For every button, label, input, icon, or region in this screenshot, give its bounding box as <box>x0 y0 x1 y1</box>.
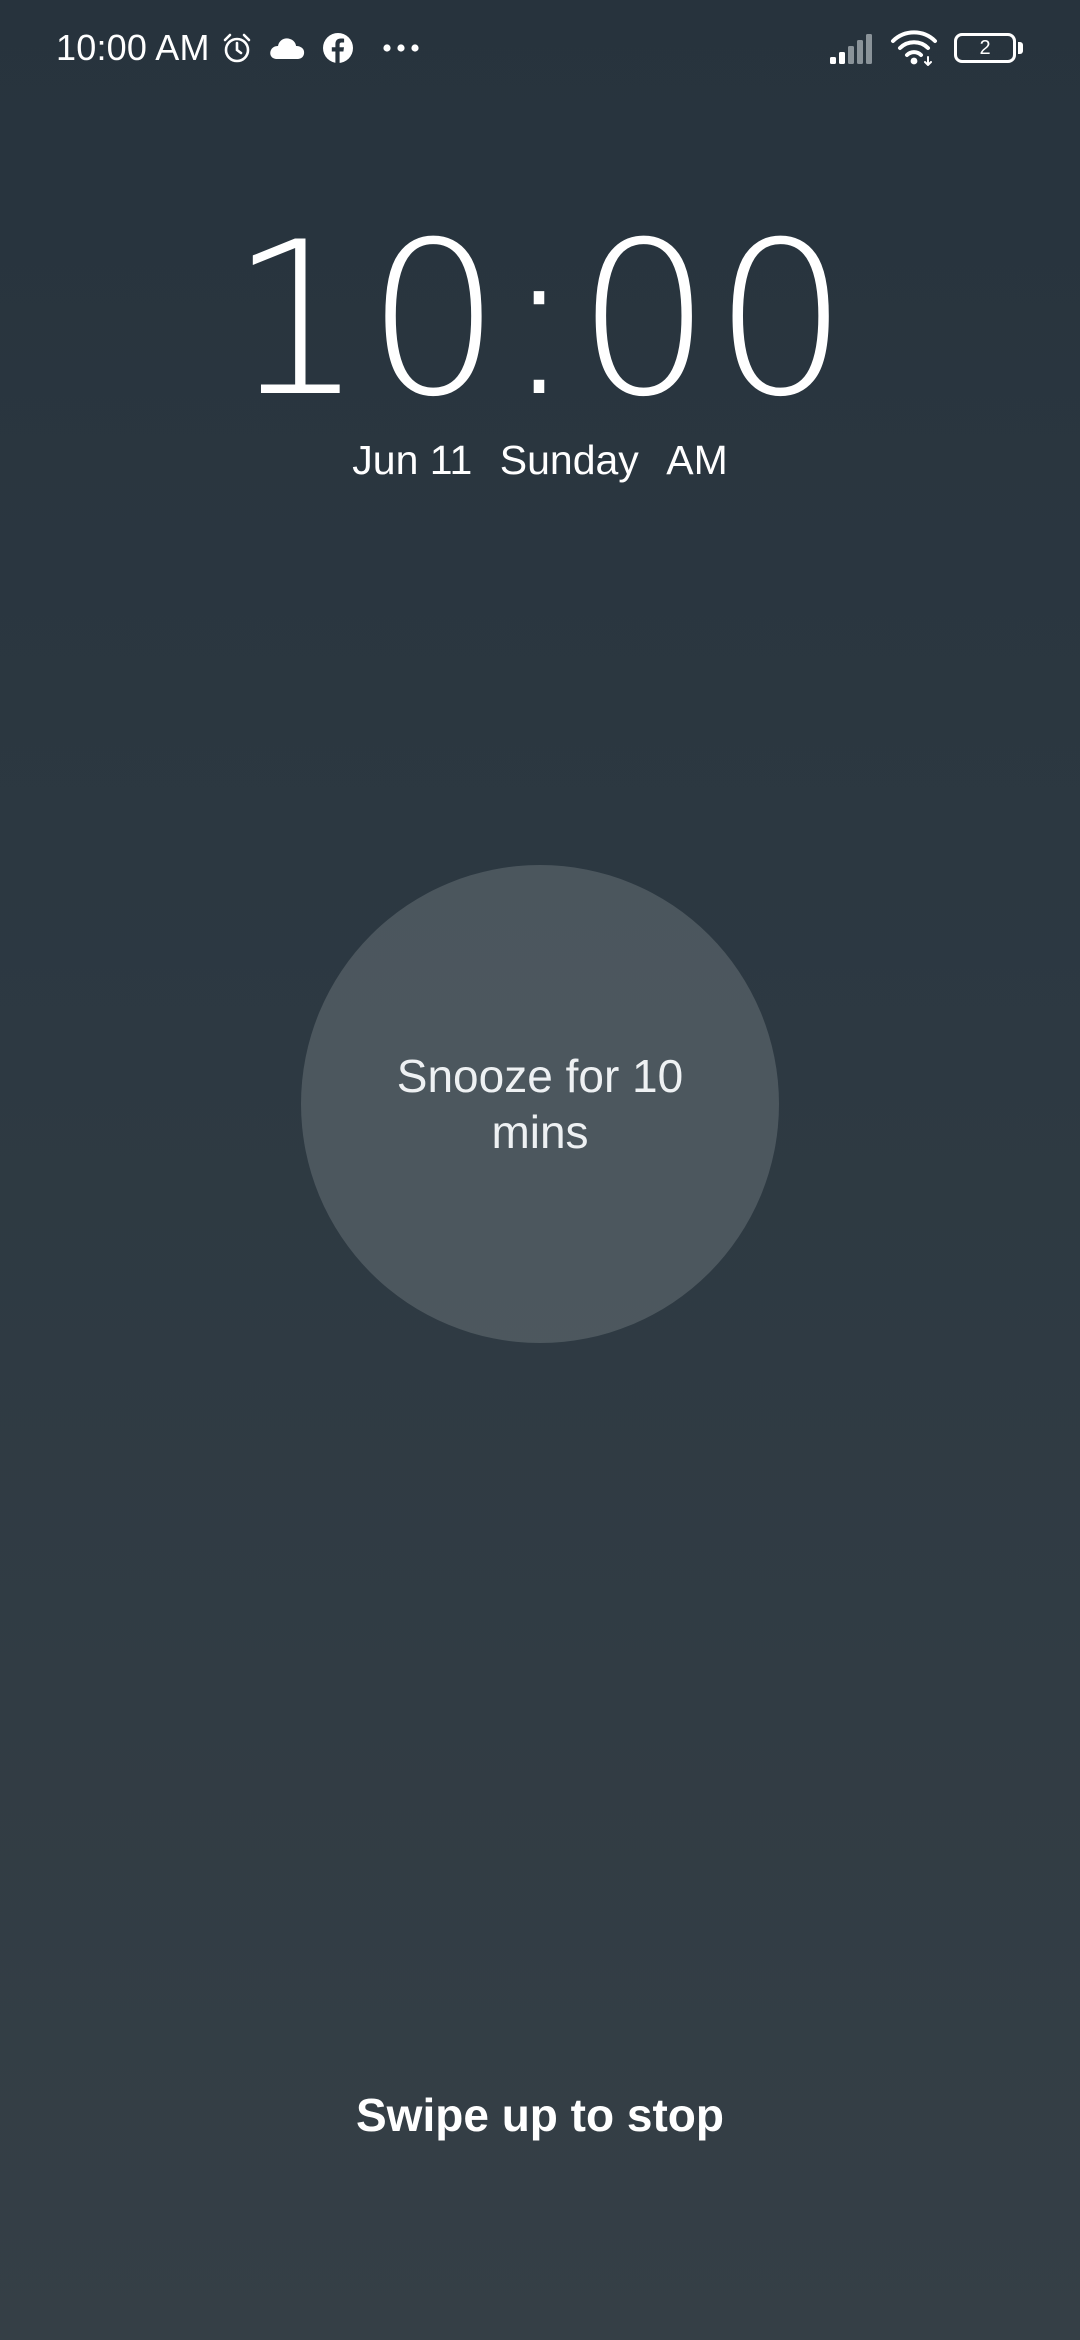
status-time: 10:00 AM <box>56 27 210 68</box>
facebook-icon <box>322 32 354 64</box>
date-line: Jun 11 Sunday AM <box>0 430 1080 490</box>
battery-tip <box>1018 42 1023 54</box>
status-bar-left: 10:00 AM <box>56 22 420 74</box>
date-label: Jun 11 <box>352 437 473 483</box>
status-bar: 10:00 AM 2 <box>0 0 1080 96</box>
snooze-button[interactable]: Snooze for 10 mins <box>301 865 779 1343</box>
snooze-label: Snooze for 10 mins <box>396 1050 684 1158</box>
battery-level: 2 <box>954 33 1016 63</box>
alarm-icon <box>220 31 254 65</box>
swipe-up-to-stop-hint[interactable]: Swipe up to stop <box>0 2080 1080 2150</box>
more-dots-icon <box>382 43 420 53</box>
cloud-icon <box>268 35 306 61</box>
wifi-icon <box>890 30 938 66</box>
status-bar-right: 2 <box>828 22 1024 74</box>
battery-icon: 2 <box>954 33 1024 63</box>
period-label: AM <box>666 437 728 483</box>
weekday-label: Sunday <box>499 437 639 483</box>
signal-icon <box>828 31 876 65</box>
clock-time: 10:00 <box>229 196 851 443</box>
